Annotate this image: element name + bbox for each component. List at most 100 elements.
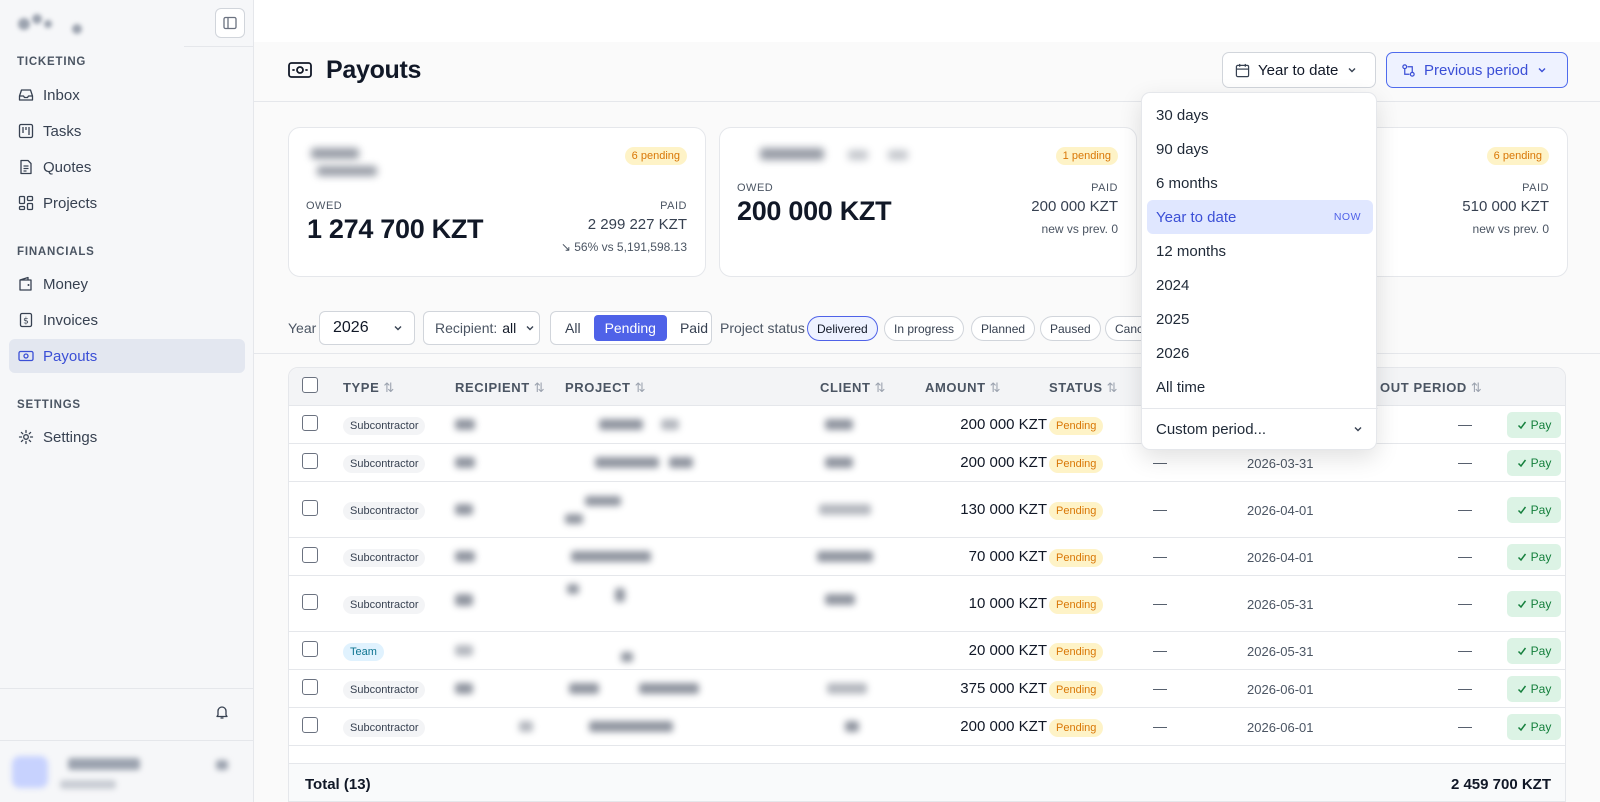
amount-cell: 20 000 KZT: [968, 642, 1047, 659]
recipient-select[interactable]: Recipient: all: [423, 311, 540, 345]
menu-item-6-months[interactable]: 6 months: [1147, 166, 1373, 200]
menu-item-12-months[interactable]: 12 months: [1147, 234, 1373, 268]
status-badge: Pending: [1049, 502, 1104, 520]
gear-icon: [18, 429, 34, 445]
card-name: [311, 148, 359, 159]
recipient-cell: [455, 683, 473, 694]
pay-button[interactable]: Pay: [1507, 544, 1561, 570]
sidebar-item-tasks[interactable]: Tasks: [9, 114, 245, 148]
menu-item-2024[interactable]: 2024: [1147, 268, 1373, 302]
client-cell: [825, 457, 853, 468]
payout-period-cell: —: [1458, 454, 1472, 470]
owed-label: OWED: [737, 182, 774, 194]
pay-button[interactable]: Pay: [1507, 412, 1561, 438]
menu-item-30-days[interactable]: 30 days: [1147, 98, 1373, 132]
date-range-select[interactable]: Year to date: [1222, 52, 1376, 88]
sidebar-item-label: Invoices: [43, 311, 99, 329]
recipient-value: all: [502, 320, 517, 336]
menu-item-year-to-date[interactable]: Year to date NOW: [1147, 200, 1373, 234]
compare-period-select[interactable]: Previous period: [1386, 52, 1568, 88]
user-email: [60, 780, 116, 789]
row-checkbox[interactable]: [302, 415, 318, 431]
project-status-planned[interactable]: Planned: [971, 316, 1036, 341]
section-label-financials: FINANCIALS: [17, 246, 95, 258]
pay-label: Pay: [1530, 597, 1552, 611]
client-cell: [817, 551, 873, 562]
sidebar-item-label: Projects: [43, 194, 98, 212]
payout-period-cell: —: [1458, 501, 1472, 517]
year-value: 2026: [333, 319, 369, 336]
paid-value: 510 000 KZT: [1462, 198, 1549, 215]
type-badge: Team: [343, 643, 384, 661]
column-header-recipient[interactable]: RECIPIENT ⇅: [455, 380, 545, 396]
table-row[interactable]: Subcontractor 200 000 KZT Pending — 2026…: [289, 708, 1565, 746]
project-status-paused[interactable]: Paused: [1040, 316, 1101, 341]
table-row[interactable]: Subcontractor 70 000 KZT Pending — 2026-…: [289, 538, 1565, 576]
row-checkbox[interactable]: [302, 641, 318, 657]
row-checkbox[interactable]: [302, 453, 318, 469]
year-select[interactable]: 2026: [319, 311, 415, 345]
column-header-project[interactable]: PROJECT ⇅: [565, 380, 646, 396]
menu-item-2026[interactable]: 2026: [1147, 336, 1373, 370]
sidebar-item-quotes[interactable]: Quotes: [9, 150, 245, 184]
segment-paid[interactable]: Paid: [669, 315, 719, 341]
project-status-in-progress[interactable]: In progress: [884, 316, 965, 341]
client-cell: [845, 721, 859, 732]
recipient-label: Recipient:: [435, 320, 498, 336]
column-header-client[interactable]: CLIENT ⇅: [820, 380, 885, 396]
row-checkbox[interactable]: [302, 547, 318, 563]
due-date-cell: 2026-04-01: [1247, 503, 1314, 518]
menu-item-all-time[interactable]: All time: [1147, 370, 1373, 404]
notifications-bell-icon[interactable]: [214, 704, 230, 723]
type-badge: Subcontractor: [343, 719, 426, 737]
logo[interactable]: [16, 10, 96, 36]
column-header-status[interactable]: STATUS ⇅: [1049, 380, 1118, 396]
sidebar-item-settings[interactable]: Settings: [9, 420, 245, 454]
row-checkbox[interactable]: [302, 717, 318, 733]
row-checkbox[interactable]: [302, 679, 318, 695]
table-row[interactable]: Subcontractor 200 000 KZT Pending — 2026…: [289, 444, 1565, 482]
pay-button[interactable]: Pay: [1507, 676, 1561, 702]
pay-button[interactable]: Pay: [1507, 591, 1561, 617]
paid-at-cell: —: [1153, 718, 1167, 734]
sidebar-item-inbox[interactable]: Inbox: [9, 78, 245, 112]
select-all-checkbox[interactable]: [302, 377, 318, 393]
table-row[interactable]: Subcontractor 375 000 KZT Pending — 2026…: [289, 670, 1565, 708]
column-label: RECIPIENT: [455, 380, 530, 395]
table-row[interactable]: Subcontractor 130 000 KZT Pending — 2026…: [289, 482, 1565, 538]
status-badge: Pending: [1049, 455, 1104, 473]
pay-button[interactable]: Pay: [1507, 450, 1561, 476]
document-icon: [18, 159, 34, 175]
table-row[interactable]: Team 20 000 KZT Pending — 2026-05-31 — P…: [289, 632, 1565, 670]
sidebar-item-payouts[interactable]: Payouts: [9, 339, 245, 373]
pay-button[interactable]: Pay: [1507, 714, 1561, 740]
type-badge: Subcontractor: [343, 417, 426, 435]
client-cell: [827, 683, 867, 694]
row-checkbox[interactable]: [302, 500, 318, 516]
sidebar-item-projects[interactable]: Projects: [9, 186, 245, 220]
menu-item-2025[interactable]: 2025: [1147, 302, 1373, 336]
column-header-payout-period[interactable]: OUT PERIOD ⇅: [1380, 380, 1482, 396]
amount-cell: 375 000 KZT: [960, 680, 1047, 697]
collapse-sidebar-button[interactable]: [215, 8, 245, 38]
column-header-type[interactable]: TYPE ⇅: [343, 380, 394, 396]
column-label: PROJECT: [565, 380, 631, 395]
segment-pending[interactable]: Pending: [593, 315, 667, 341]
row-checkbox[interactable]: [302, 594, 318, 610]
segment-all[interactable]: All: [554, 315, 592, 341]
project-status-delivered[interactable]: Delivered: [807, 316, 878, 341]
wallet-icon: [18, 276, 34, 292]
chevron-down-icon: [526, 326, 534, 331]
table-footer: Total (13) 2 459 700 KZT: [289, 763, 1565, 801]
menu-item-90-days[interactable]: 90 days: [1147, 132, 1373, 166]
sort-icon: ⇅: [1470, 380, 1482, 395]
pay-button[interactable]: Pay: [1507, 638, 1561, 664]
column-header-amount[interactable]: AMOUNT ⇅: [925, 380, 1001, 396]
pay-button[interactable]: Pay: [1507, 497, 1561, 523]
sidebar-item-invoices[interactable]: $ Invoices: [9, 303, 245, 337]
custom-period-toggle[interactable]: Custom period...: [1156, 421, 1266, 438]
owed-value: 200 000 KZT: [737, 196, 892, 226]
table-row[interactable]: Subcontractor 10 000 KZT Pending — 2026-…: [289, 576, 1565, 632]
sidebar-item-money[interactable]: Money: [9, 267, 245, 301]
payout-period-cell: —: [1458, 416, 1472, 432]
